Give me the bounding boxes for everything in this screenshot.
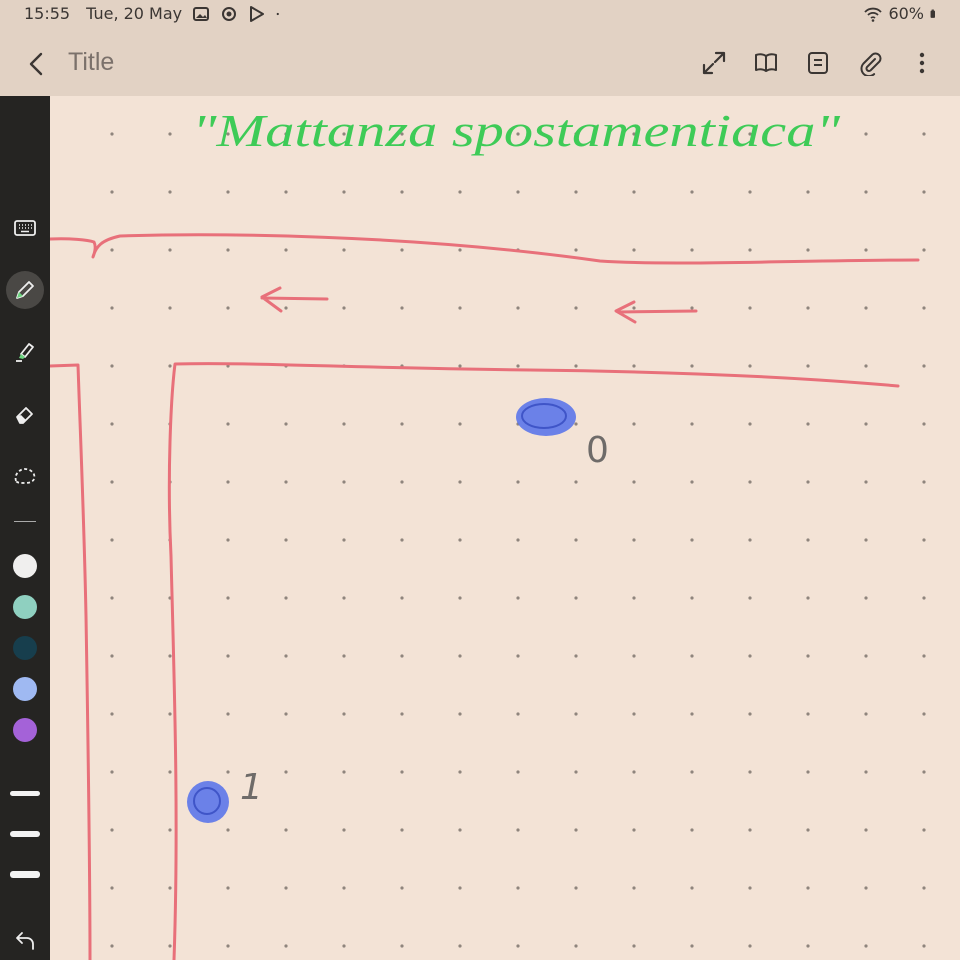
expand-icon [702, 51, 726, 75]
dot-icon [276, 12, 280, 15]
status-date: Tue, 20 May [86, 4, 183, 23]
keyboard-button[interactable] [6, 209, 44, 247]
lasso-button[interactable] [6, 457, 44, 495]
highlighter-button[interactable] [6, 333, 44, 371]
color-swatch-purple[interactable] [13, 718, 37, 742]
keyboard-icon [14, 220, 36, 236]
toolbar-divider [14, 521, 36, 522]
status-time: 15:55 [24, 4, 71, 23]
note-title[interactable]: Title [68, 48, 114, 77]
focus-icon [222, 6, 237, 21]
app-bar: Title [0, 30, 960, 96]
undo-icon [16, 932, 34, 950]
eraser-icon [16, 407, 33, 424]
reading-mode-icon [755, 53, 777, 72]
color-swatch-light-blue[interactable] [13, 677, 37, 701]
pen-toolbar [0, 96, 50, 960]
pen-icon [16, 281, 34, 299]
play-store-icon [250, 5, 265, 22]
eraser-button[interactable] [6, 395, 44, 433]
expand-button[interactable] [698, 47, 730, 79]
drawing-canvas[interactable]: "Mattanza spostamentiaca" 0 1 [50, 96, 960, 960]
battery-percentage: 60% [888, 4, 924, 23]
status-bar: 15:55 Tue, 20 May 60% [0, 0, 960, 30]
attach-button[interactable] [854, 47, 886, 79]
highlighter-icon [16, 343, 34, 362]
page-options-icon [808, 52, 828, 74]
marker-0 [516, 398, 576, 436]
battery-icon [930, 9, 935, 18]
image-icon [193, 6, 210, 21]
stroke-size-medium[interactable] [10, 831, 40, 837]
page-options-button[interactable] [802, 47, 834, 79]
more-icon [919, 52, 925, 74]
dot-grid [108, 130, 960, 960]
back-icon[interactable] [22, 49, 52, 79]
marker-0-label: 0 [586, 430, 609, 471]
note-heading: "Mattanza spostamentiaca" [192, 105, 841, 156]
attach-icon [860, 52, 882, 76]
pen-button[interactable] [6, 271, 44, 309]
reading-mode-button[interactable] [750, 47, 782, 79]
marker-1 [187, 781, 229, 823]
stroke-size-thick[interactable] [10, 871, 40, 878]
more-options-button[interactable] [906, 47, 938, 79]
color-swatch-white[interactable] [13, 554, 37, 578]
wifi-icon [864, 7, 883, 22]
marker-1-label: 1 [240, 767, 263, 808]
lasso-icon [14, 468, 36, 484]
undo-button[interactable] [6, 922, 44, 960]
stroke-size-thin[interactable] [10, 791, 40, 796]
color-swatch-dark-teal[interactable] [13, 636, 37, 660]
color-swatch-mint[interactable] [13, 595, 37, 619]
